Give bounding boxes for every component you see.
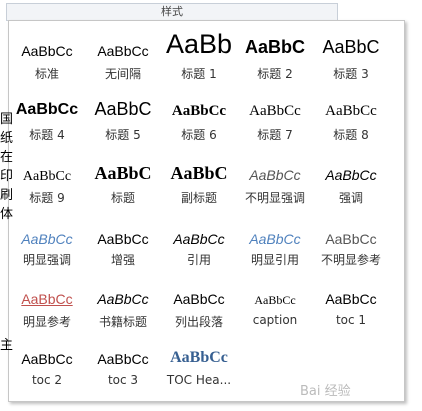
style-toc-1[interactable]: AaBbCc toc 1 [313, 289, 389, 351]
document-background-text-lower: 主 [0, 338, 14, 353]
style-label: toc 2 [31, 373, 63, 387]
style-sample: AaBbCc [325, 231, 377, 247]
style-sample: AaBbCc [249, 167, 301, 183]
styles-panel-header: 样式 [6, 3, 338, 21]
style-no-spacing[interactable]: AaBbCc 无间隔 [85, 35, 161, 97]
style-list-paragraph[interactable]: AaBbCc 列出段落 [161, 289, 237, 351]
style-caption[interactable]: AaBbCc caption [237, 289, 313, 351]
style-intense-quote[interactable]: AaBbCc 明显引用 [237, 227, 313, 289]
style-label: 明显强调 [22, 253, 71, 267]
panel-title: 样式 [161, 5, 183, 18]
style-heading-6[interactable]: AaBbCc 标题 6 [161, 99, 237, 161]
style-sample: AaBbC [94, 99, 152, 119]
style-label: 标题 1 [181, 67, 217, 81]
style-sample: AaBbCc [254, 293, 296, 307]
style-intense-emphasis[interactable]: AaBbCc 明显强调 [9, 227, 85, 289]
style-label: 引用 [186, 253, 211, 267]
style-sample: AaBb [165, 29, 233, 59]
style-label: 标题 7 [257, 128, 293, 142]
style-emphasis[interactable]: AaBbCc 强调 [313, 163, 389, 225]
style-subtitle[interactable]: AaBbC 副标题 [161, 163, 237, 225]
style-sample: AaBbCc [171, 103, 227, 119]
style-sample: AaBbCc [325, 291, 377, 307]
style-label: 副标题 [180, 191, 217, 205]
style-label: 标题 3 [333, 67, 369, 81]
style-label: 标题 4 [29, 128, 65, 142]
style-heading-7[interactable]: AaBbCc 标题 7 [237, 99, 313, 161]
style-heading-5[interactable]: AaBbC 标题 5 [85, 99, 161, 161]
style-label: 标题 2 [257, 67, 293, 81]
style-sample: AaBbCc [325, 103, 377, 119]
style-heading-1[interactable]: AaBb 标题 1 [161, 29, 237, 97]
style-sample: AaBbCc [97, 43, 149, 59]
style-heading-2[interactable]: AaBbC 标题 2 [237, 35, 313, 97]
style-label: 明显参考 [22, 315, 71, 329]
style-label: TOC Hea... [166, 373, 232, 387]
style-strong[interactable]: AaBbCc 增强 [85, 227, 161, 289]
style-normal[interactable]: AaBbCc 标准 [9, 35, 85, 97]
style-book-title[interactable]: AaBbCc 书籍标题 [85, 289, 161, 351]
style-heading-4[interactable]: AaBbCc 标题 4 [9, 99, 85, 161]
style-sample: AaBbCc [97, 291, 149, 307]
style-label: 书籍标题 [98, 315, 147, 329]
style-label: 标题 9 [29, 191, 65, 205]
style-sample: AaBbCc [97, 231, 149, 247]
style-sample: AaBbCc [249, 103, 301, 119]
style-label: 增强 [110, 253, 135, 267]
style-sample: AaBbC [170, 163, 228, 183]
style-quote[interactable]: AaBbCc 引用 [161, 227, 237, 289]
style-sample: AaBbCc [15, 101, 79, 118]
style-title[interactable]: AaBbC 标题 [85, 163, 161, 225]
styles-gallery: AaBbCc 标准 AaBbCc 无间隔 AaBb 标题 1 AaBbC 标题 … [8, 20, 405, 402]
style-sample: AaBbCc [21, 231, 73, 247]
style-label: 标题 [110, 191, 135, 205]
style-intense-reference[interactable]: AaBbCc 明显参考 [9, 289, 85, 351]
style-sample: AaBbCc [325, 167, 377, 183]
style-label: 标题 5 [105, 128, 141, 142]
style-label: 不明显参考 [320, 253, 381, 267]
style-sample: AaBbCc [22, 169, 72, 184]
style-sample: AaBbC [322, 37, 380, 57]
style-label: 标准 [34, 67, 59, 81]
style-subtle-reference[interactable]: AaBbCc 不明显参考 [313, 227, 389, 289]
style-sample: AaBbC [94, 163, 152, 183]
style-label: 标题 6 [181, 128, 217, 142]
style-label: toc 3 [107, 373, 139, 387]
style-label: 列出段落 [174, 315, 223, 329]
style-heading-9[interactable]: AaBbCc 标题 9 [9, 163, 85, 225]
style-sample: AaBbCc [97, 351, 149, 367]
style-sample: AaBbCc [21, 291, 73, 307]
style-label: 标题 8 [333, 128, 369, 142]
document-background-text: 国纸在印刷体 [0, 112, 14, 222]
style-label: caption [252, 313, 298, 327]
style-label: 强调 [338, 191, 363, 205]
style-label: 无间隔 [104, 67, 141, 81]
style-sample: AaBbCc [249, 231, 301, 247]
style-label: 不明显强调 [244, 191, 305, 205]
style-subtle-emphasis[interactable]: AaBbCc 不明显强调 [237, 163, 313, 225]
style-sample: AaBbC [244, 37, 305, 57]
style-heading-8[interactable]: AaBbCc 标题 8 [313, 99, 389, 161]
style-sample: AaBbCc [170, 349, 228, 366]
style-sample: AaBbCc [21, 43, 73, 59]
style-label: toc 1 [335, 313, 367, 327]
style-heading-3[interactable]: AaBbC 标题 3 [313, 35, 389, 97]
style-label: 明显引用 [250, 253, 299, 267]
style-sample: AaBbCc [21, 351, 73, 367]
style-sample: AaBbCc [173, 231, 225, 247]
watermark: Bai 经验 [300, 384, 351, 399]
style-sample: AaBbCc [173, 291, 225, 307]
